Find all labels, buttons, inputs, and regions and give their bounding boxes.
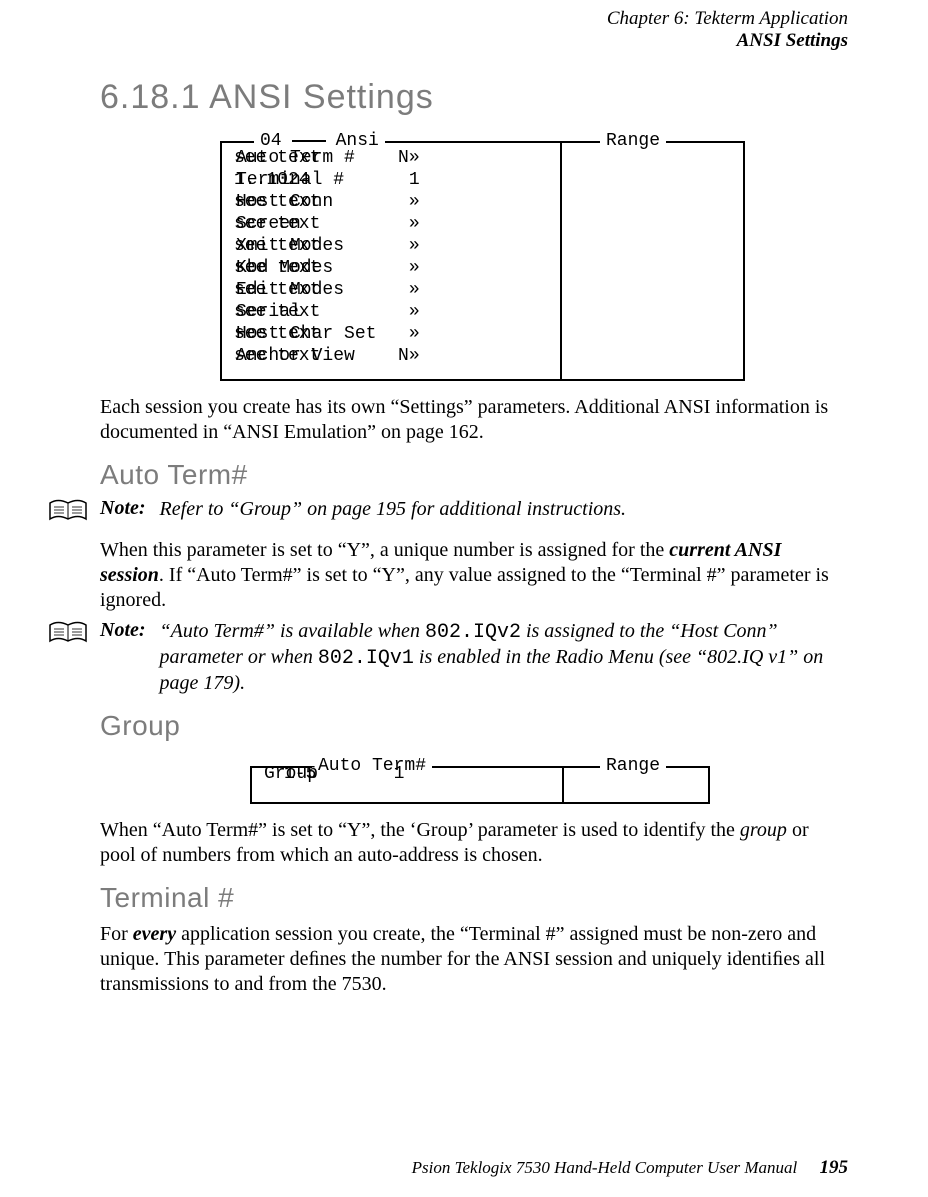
legend-side-label: Range <box>606 131 660 151</box>
terminal-paragraph: For every application session you create… <box>100 922 848 997</box>
p2-c: . If “Auto Term#” is set to “Y”, any val… <box>100 564 829 611</box>
p4-b: every <box>133 923 176 945</box>
footer-doc: Psion Teklogix 7530 Hand-Held Computer U… <box>412 1158 798 1177</box>
footer-page: 195 <box>820 1157 849 1178</box>
note-2-text: “Auto Term#” is available when 802.IQv2 … <box>160 619 848 696</box>
p4-a: For <box>100 923 133 945</box>
group-paragraph: When “Auto Term#” is set to “Y”, the ‘Gr… <box>100 818 848 868</box>
n2a: “Auto Term#” is available when <box>160 620 425 642</box>
legend-side: Range <box>600 131 666 151</box>
p3-a: When “Auto Term#” is set to “Y”, the ‘Gr… <box>100 819 740 841</box>
header-section: ANSI Settings <box>607 30 848 52</box>
group-range: 1-5 <box>284 764 316 784</box>
heading-group: Group <box>100 710 848 742</box>
note-1-text: Refer to “Group” on page 195 for additio… <box>160 497 627 522</box>
settings-table-range <box>558 141 745 381</box>
note-2: Note: “Auto Term#” is available when 802… <box>100 619 848 696</box>
p3-b: group <box>740 819 787 841</box>
p2-a: When this parameter is set to “Y”, a uni… <box>100 539 669 561</box>
note-1: Note: Refer to “Group” on page 195 for a… <box>100 497 848 530</box>
legend2-side-label: Range <box>606 756 660 776</box>
legend2-side: Range <box>600 756 666 776</box>
settings-table-figure: 04 Ansi Range Auto Term # N» Terminal # … <box>220 133 745 381</box>
group-table-figure: Auto Term# Range Group 1 1-5 <box>250 758 710 804</box>
book-icon <box>48 499 88 530</box>
autoterm-paragraph: When this parameter is set to “Y”, a uni… <box>100 538 848 613</box>
header-chapter: Chapter 6: Tekterm Application <box>607 8 848 30</box>
settings-range-rows: see text 1..1024 see text see text see t… <box>234 147 320 367</box>
page-footer: Psion Teklogix 7530 Hand-Held Computer U… <box>412 1157 848 1179</box>
book-icon <box>48 621 88 652</box>
n2code1: 802.IQv2 <box>425 621 521 644</box>
note-2-label: Note: <box>100 619 146 642</box>
heading-terminal: Terminal # <box>100 882 848 914</box>
intro-paragraph: Each session you create has its own “Set… <box>100 395 848 445</box>
section-title: 6.18.1 ANSI Settings <box>100 78 848 117</box>
n2code2: 802.IQv1 <box>318 647 414 670</box>
note-1-label: Note: <box>100 497 146 520</box>
p4-c: application session you create, the “Ter… <box>100 923 825 995</box>
legend-dash-icon <box>292 137 326 145</box>
heading-autoterm: Auto Term# <box>100 459 848 491</box>
